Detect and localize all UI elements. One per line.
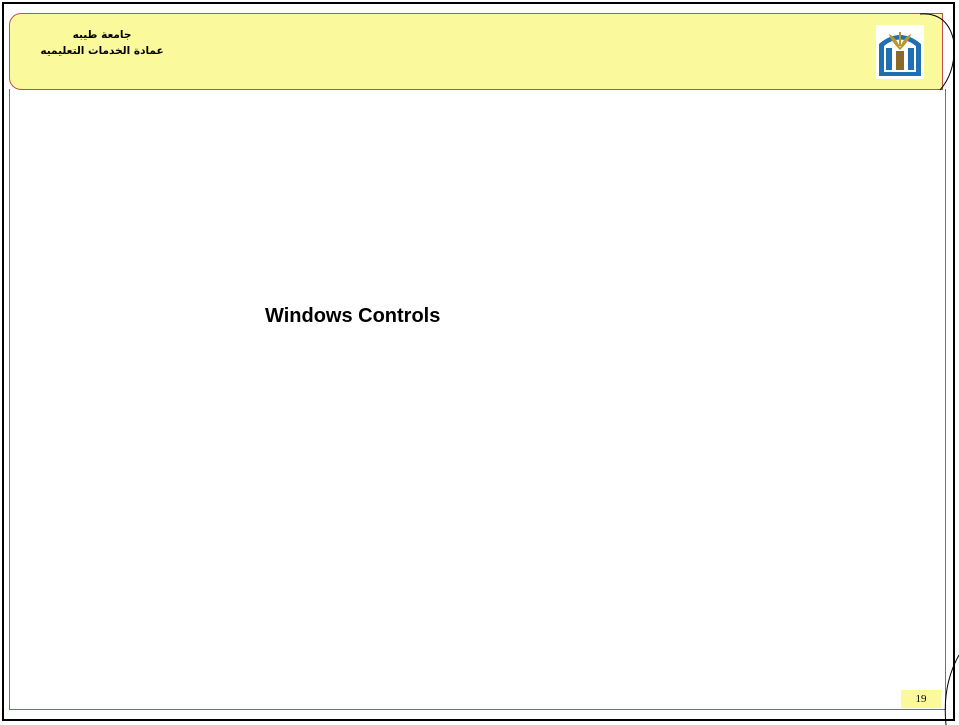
slide-content-area [9,89,946,710]
page-number: 19 [901,690,941,708]
slide-title: Windows Controls [265,305,441,327]
deanship-name: عمادة الخدمات التعليميه [40,45,164,57]
taibah-university-logo-icon [876,25,924,79]
header-text: جامعة طيبه عمادة الخدمات التعليميه [24,27,180,59]
university-name: جامعة طيبه [72,29,132,41]
